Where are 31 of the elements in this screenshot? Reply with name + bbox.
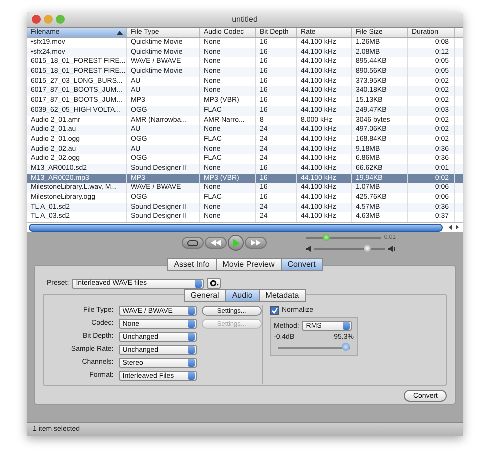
tab[interactable]: General [184, 289, 226, 302]
scroll-arrows-icon[interactable] [447, 224, 461, 232]
fast-forward-button[interactable] [245, 237, 267, 250]
position-thumb[interactable] [323, 234, 330, 241]
rewind-icon [211, 240, 221, 246]
tab[interactable]: Metadata [258, 289, 306, 302]
loop-button[interactable] [182, 237, 204, 250]
checkbox[interactable] [270, 306, 279, 316]
gear-icon [210, 280, 219, 288]
volume-slider[interactable] [314, 248, 385, 250]
rewind-button[interactable] [205, 237, 227, 250]
tab[interactable]: Movie Preview [216, 258, 281, 272]
speaker-high-icon [388, 246, 396, 252]
tab[interactable]: Audio [225, 289, 259, 302]
scrollbar-thumb[interactable] [29, 224, 443, 232]
gear-button[interactable] [207, 278, 222, 290]
close-icon[interactable] [32, 15, 41, 24]
slider-thumb[interactable] [342, 343, 350, 352]
volume-thumb[interactable] [364, 244, 372, 252]
play-button[interactable] [228, 235, 244, 252]
fast-forward-icon [251, 240, 261, 246]
tab[interactable]: Asset Info [167, 258, 216, 272]
speaker-low-icon [306, 246, 311, 252]
loop-icon [187, 240, 199, 247]
position-slider[interactable] [306, 236, 382, 239]
play-icon [232, 238, 240, 248]
sort-arrow-icon [117, 30, 123, 36]
tab[interactable]: Convert [280, 258, 323, 272]
checkmark-icon [272, 308, 278, 314]
zoom-icon[interactable] [56, 15, 65, 24]
window-title: untitled [231, 15, 259, 24]
